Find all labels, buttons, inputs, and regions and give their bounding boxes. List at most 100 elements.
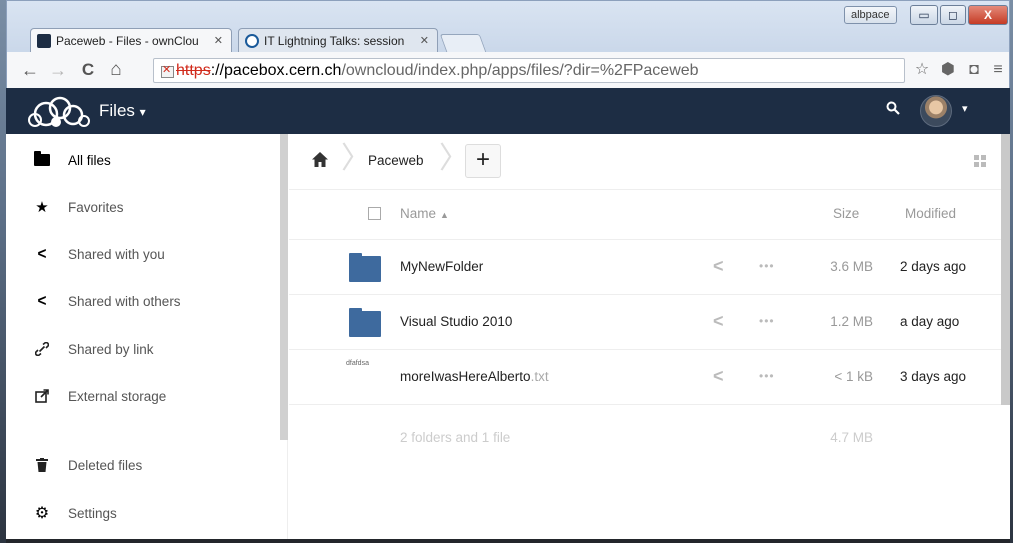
- file-modified: a day ago: [900, 314, 960, 329]
- file-summary: 2 folders and 1 file 4.7 MB: [289, 405, 1001, 460]
- owncloud-header: Files ▾ ▾: [6, 88, 1010, 134]
- file-modified: 2 days ago: [900, 259, 967, 274]
- size-column-header[interactable]: Size: [833, 206, 859, 221]
- app-navigation: All files ★ Favorites < Shared with you …: [6, 134, 288, 539]
- sidebar-item-settings[interactable]: ⚙ Settings: [6, 493, 280, 533]
- column-label: Name: [400, 206, 437, 221]
- file-modified: 3 days ago: [900, 369, 967, 384]
- sidebar-item-label: Settings: [68, 505, 117, 521]
- new-file-button[interactable]: +: [465, 144, 501, 178]
- file-size: 3.6 MB: [830, 259, 873, 274]
- sidebar-item-label: Shared with others: [68, 293, 181, 309]
- share-icon: <: [37, 244, 47, 263]
- app-menu-toggle[interactable]: Files ▾: [99, 101, 146, 121]
- sidebar-item-label: External storage: [68, 388, 167, 404]
- address-bar[interactable]: https://pacebox.cern.ch/owncloud/index.p…: [153, 58, 905, 83]
- forward-button[interactable]: →: [47, 60, 69, 80]
- url-scheme: https: [176, 61, 211, 79]
- sidebar-item-label: Favorites: [68, 199, 124, 215]
- new-tab-button[interactable]: [439, 34, 487, 52]
- share-action-icon[interactable]: <: [713, 311, 724, 332]
- modified-column-header[interactable]: Modified: [905, 206, 956, 221]
- indico-favicon-icon: [245, 33, 259, 48]
- bookmark-star-icon[interactable]: ☆: [911, 61, 933, 79]
- sidebar-item-label: All files: [68, 152, 111, 168]
- file-name[interactable]: MyNewFolder: [400, 259, 483, 274]
- sidebar-item-shared-with-you[interactable]: < Shared with you: [6, 234, 280, 274]
- file-name[interactable]: Visual Studio 2010: [400, 314, 512, 329]
- more-actions-icon[interactable]: •••: [759, 259, 775, 273]
- tab-close-icon[interactable]: ✕: [214, 34, 223, 47]
- external-icon: [34, 388, 50, 404]
- search-icon[interactable]: [886, 101, 900, 118]
- summary-size: 4.7 MB: [830, 430, 873, 445]
- tab-it-lightning-talks[interactable]: IT Lightning Talks: session ✕: [238, 28, 438, 52]
- menu-icon[interactable]: ≡: [987, 61, 1009, 79]
- more-actions-icon[interactable]: •••: [759, 369, 775, 383]
- chevron-down-icon: ▾: [139, 105, 146, 119]
- sidebar-item-favorites[interactable]: ★ Favorites: [6, 187, 280, 227]
- sidebar-item-label: Deleted files: [68, 457, 143, 473]
- owncloud-favicon-icon: [37, 33, 51, 48]
- app-content: All files ★ Favorites < Shared with you …: [6, 134, 1010, 539]
- window-bottom-edge: [6, 539, 1010, 543]
- file-size: 1.2 MB: [830, 314, 873, 329]
- home-button[interactable]: ⌂: [105, 60, 127, 80]
- pocket-extension-icon[interactable]: ◘: [963, 61, 985, 79]
- summary-count: 2 folders and 1 file: [400, 430, 511, 445]
- grid-view-icon[interactable]: [974, 155, 986, 167]
- breadcrumb-separator-icon: 〉: [341, 142, 371, 175]
- maximize-button[interactable]: ◻: [940, 5, 966, 25]
- back-button[interactable]: ←: [19, 60, 41, 80]
- trash-icon: [34, 457, 50, 473]
- sidebar-item-external-storage[interactable]: External storage: [6, 376, 280, 416]
- sidebar-item-label: Shared with you: [68, 246, 165, 262]
- sidebar-item-deleted-files[interactable]: Deleted files: [6, 445, 280, 485]
- share-icon: <: [37, 291, 47, 310]
- close-window-button[interactable]: X: [968, 5, 1008, 25]
- sort-ascending-icon: ▲: [440, 210, 449, 220]
- table-row[interactable]: Visual Studio 2010 < ••• 1.2 MB a day ag…: [289, 295, 1001, 350]
- sidebar-item-all-files[interactable]: All files: [6, 140, 280, 180]
- home-icon[interactable]: [311, 151, 329, 169]
- table-row[interactable]: dfafdsa moreIwasHereAlberto.txt < ••• < …: [289, 350, 1001, 405]
- profile-button[interactable]: albpace: [844, 6, 897, 24]
- share-action-icon[interactable]: <: [713, 366, 724, 387]
- share-action-icon[interactable]: <: [713, 256, 724, 277]
- file-extension: .txt: [530, 369, 549, 384]
- insecure-lock-icon[interactable]: [160, 63, 174, 78]
- tab-title: IT Lightning Talks: session: [264, 33, 405, 48]
- avatar[interactable]: [920, 95, 952, 127]
- file-basename: moreIwasHereAlberto: [400, 369, 531, 384]
- file-table-header: Name ▲ Size Modified: [289, 190, 1001, 240]
- file-thumbnail: dfafdsa: [346, 360, 369, 367]
- breadcrumb: 〉 Paceweb 〉 +: [289, 134, 1001, 190]
- minimize-button[interactable]: ▭: [910, 5, 938, 25]
- extension-icon[interactable]: ⬢: [937, 61, 959, 79]
- table-row[interactable]: MyNewFolder < ••• 3.6 MB 2 days ago: [289, 240, 1001, 295]
- tab-title: Paceweb - Files - ownClou: [56, 33, 199, 48]
- sidebar-item-shared-with-others[interactable]: < Shared with others: [6, 281, 280, 321]
- sidebar-scrollbar[interactable]: [280, 134, 288, 440]
- file-size: < 1 kB: [834, 369, 873, 384]
- tab-paceweb-files[interactable]: Paceweb - Files - ownClou ✕: [30, 28, 232, 52]
- folder-icon: [349, 308, 381, 337]
- browser-toolbar: ← → C ⌂ https://pacebox.cern.ch/owncloud…: [6, 52, 1010, 88]
- folder-icon: [34, 151, 50, 168]
- reload-button[interactable]: C: [77, 60, 99, 80]
- breadcrumb-crumb-paceweb[interactable]: Paceweb: [368, 153, 424, 168]
- user-menu-chevron-icon[interactable]: ▾: [962, 102, 968, 115]
- file-list-area: 〉 Paceweb 〉 + Name ▲ Size Modified MyNewF…: [289, 134, 1010, 539]
- link-icon: [34, 341, 50, 357]
- folder-icon: [349, 253, 381, 282]
- tab-close-icon[interactable]: ✕: [420, 34, 429, 47]
- name-column-header[interactable]: Name ▲: [400, 206, 449, 221]
- more-actions-icon[interactable]: •••: [759, 314, 775, 328]
- sidebar-item-shared-by-link[interactable]: Shared by link: [6, 329, 280, 369]
- file-name[interactable]: moreIwasHereAlberto.txt: [400, 369, 549, 384]
- gear-icon: ⚙: [34, 505, 50, 522]
- url-host: ://pacebox.cern.ch: [210, 61, 342, 79]
- select-all-checkbox[interactable]: [368, 207, 381, 220]
- owncloud-logo-icon[interactable]: [26, 94, 96, 128]
- file-list-scrollbar[interactable]: [1001, 134, 1010, 405]
